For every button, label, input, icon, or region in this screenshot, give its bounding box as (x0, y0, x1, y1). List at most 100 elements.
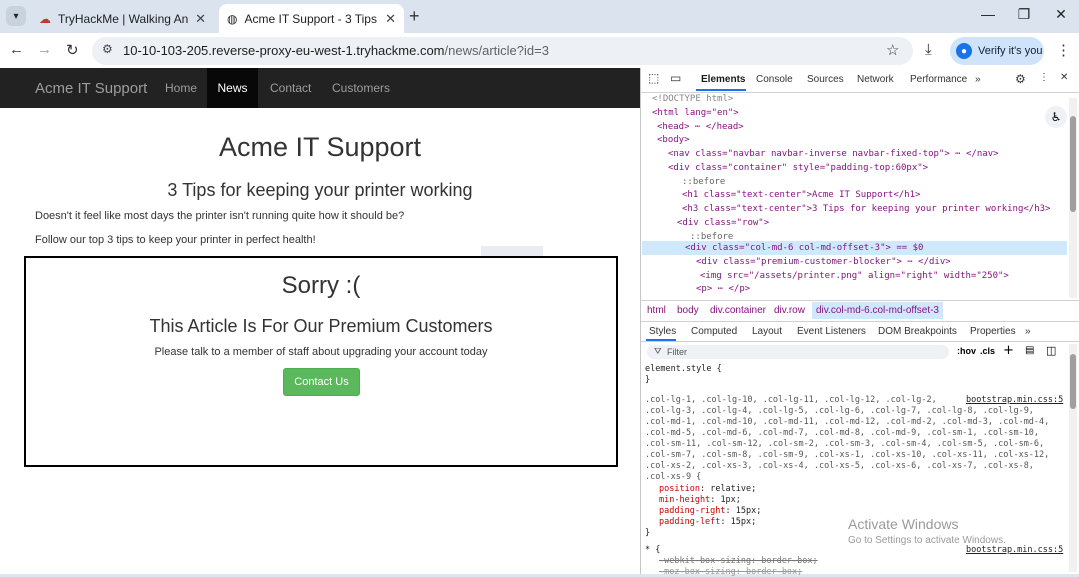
dom-breadcrumb: html body div.container div.row div.col-… (641, 300, 1079, 322)
site-navbar: Acme IT Support Home News Contact Custom… (0, 68, 640, 108)
dom-scrollbar[interactable] (1069, 98, 1077, 298)
maximize-button[interactable]: ❐ (1009, 6, 1039, 23)
downloads-icon[interactable]: ⤓ (925, 41, 932, 58)
more-tabs-icon[interactable]: » (1025, 326, 1031, 337)
site-info-icon[interactable]: ⚙ (102, 42, 113, 56)
close-tab-icon[interactable]: ✕ (195, 11, 206, 27)
dom-pseudo[interactable]: ::before (690, 232, 733, 242)
class-toggle[interactable]: .cls (980, 346, 995, 356)
filter-placeholder: Filter (667, 347, 687, 357)
browser-menu-icon[interactable]: ⋮ (1056, 41, 1071, 59)
rule-source-link[interactable]: bootstrap.min.css:5 (966, 545, 1063, 555)
styles-scrollbar[interactable] (1069, 344, 1077, 572)
css-selector: .col-xs-2, .col-xs-3, .col-xs-4, .col-xs… (645, 461, 1034, 471)
profile-icon: ● (956, 43, 972, 59)
more-tabs-icon[interactable]: » (975, 74, 981, 85)
tab-layout[interactable]: Layout (752, 326, 782, 337)
browser-tab-tryhackme[interactable]: ☁ TryHackMe | Walking An Applic ✕ (31, 4, 214, 33)
forward-button[interactable]: → (37, 41, 52, 58)
css-declaration[interactable]: padding-right: 15px; (659, 506, 761, 516)
activate-windows-watermark: Activate Windows Go to Settings to activ… (848, 516, 1006, 546)
dom-pseudo[interactable]: ::before (682, 177, 725, 187)
dom-node[interactable]: <html lang="en"> (652, 108, 739, 118)
verify-profile-button[interactable]: ● Verify it's you (950, 37, 1044, 65)
breadcrumb-item[interactable]: html (647, 305, 666, 316)
css-declaration-overridden[interactable]: -webkit-box-sizing: border-box; (659, 556, 818, 566)
dom-node[interactable]: <div class="container" style="padding-to… (668, 163, 928, 173)
breadcrumb-item[interactable]: body (677, 305, 699, 316)
article-paragraph: Doesn't it feel like most days the print… (35, 210, 405, 222)
universal-rule[interactable]: * { (645, 545, 660, 555)
tab-sources[interactable]: Sources (807, 74, 844, 85)
browser-tab-strip: ▾ ☁ TryHackMe | Walking An Applic ✕ ◍ Ac… (0, 0, 1079, 33)
css-declaration[interactable]: position: relative; (659, 484, 756, 494)
dom-node[interactable]: <div class="row"> (677, 218, 769, 228)
sidebar-toggle-icon[interactable]: ◫ (1046, 344, 1056, 357)
nav-news[interactable]: News (207, 68, 258, 108)
devtools-menu-icon[interactable]: ⋮ (1039, 72, 1049, 83)
tab-styles[interactable]: Styles (649, 326, 676, 337)
tab-dom-breakpoints[interactable]: DOM Breakpoints (878, 326, 957, 337)
dom-node[interactable]: <body> (657, 135, 690, 145)
tab-title: Acme IT Support - 3 Tips for ke (244, 11, 379, 26)
breadcrumb-item-selected[interactable]: div.col-md-6.col-md-offset-3 (812, 302, 943, 319)
close-tab-icon[interactable]: ✕ (385, 11, 396, 27)
hover-state-toggle[interactable]: :hov (957, 346, 976, 356)
back-button[interactable]: ← (9, 41, 24, 58)
scroll-thumb[interactable] (1070, 116, 1076, 212)
web-page: Acme IT Support Home News Contact Custom… (0, 68, 640, 574)
css-declaration[interactable]: padding-left: 15px; (659, 517, 756, 527)
dom-node[interactable]: <img src="/assets/printer.png" align="ri… (700, 271, 1009, 281)
dom-node[interactable]: <div class="premium-customer-blocker"> ⋯… (696, 257, 951, 267)
dom-node[interactable]: <head> ⋯ </head> (657, 122, 744, 132)
tryhackme-icon: ☁ (39, 11, 51, 26)
nav-customers[interactable]: Customers (332, 81, 390, 95)
rule-source-link[interactable]: bootstrap.min.css:5 (966, 395, 1063, 405)
dom-node[interactable]: <p> ⋯ </p> (696, 284, 750, 294)
dom-node[interactable]: <!DOCTYPE html> (652, 94, 733, 104)
close-window-button[interactable]: ✕ (1046, 6, 1076, 23)
contact-us-button[interactable]: Contact Us (283, 368, 360, 396)
tab-event-listeners[interactable]: Event Listeners (797, 326, 866, 337)
browser-tab-acme[interactable]: ◍ Acme IT Support - 3 Tips for ke ✕ (219, 4, 404, 33)
breadcrumb-item[interactable]: div.row (774, 305, 805, 316)
css-declaration-overridden[interactable]: -moz-box-sizing: border-box; (659, 567, 802, 577)
paint-icon[interactable]: ▤ (1025, 345, 1034, 356)
accessibility-icon[interactable]: ♿ (1045, 106, 1067, 128)
settings-gear-icon[interactable]: ⚙ (1015, 72, 1026, 86)
breadcrumb-item[interactable]: div.container (710, 305, 766, 316)
scroll-thumb[interactable] (1070, 354, 1076, 409)
css-value: 15px; (735, 506, 762, 516)
css-declaration[interactable]: min-height: 1px; (659, 495, 741, 505)
new-rule-icon[interactable]: + (1003, 343, 1014, 358)
rule-close: } (645, 375, 651, 385)
inspect-element-icon[interactable]: ⬚ (648, 71, 659, 85)
minimize-button[interactable]: — (973, 6, 1003, 22)
tab-properties[interactable]: Properties (970, 326, 1016, 337)
filter-icon: ⛛ (654, 346, 662, 356)
tab-console[interactable]: Console (756, 74, 793, 85)
bookmark-star-icon[interactable]: ☆ (886, 41, 899, 59)
premium-customer-blocker: Sorry :( This Article Is For Our Premium… (24, 256, 618, 467)
dom-node-selected[interactable]: <div class="col-md-6 col-md-offset-3"> =… (685, 243, 923, 253)
element-style-rule[interactable]: element.style { (645, 364, 722, 374)
site-brand[interactable]: Acme IT Support (35, 80, 147, 97)
tab-performance[interactable]: Performance (910, 74, 967, 85)
new-tab-button[interactable]: + (409, 6, 420, 27)
close-devtools-icon[interactable]: ✕ (1060, 72, 1068, 83)
dom-node[interactable]: <nav class="navbar navbar-inverse navbar… (668, 149, 999, 159)
css-selector: .col-lg-3, .col-lg-4, .col-lg-5, .col-lg… (645, 406, 1034, 416)
tab-elements[interactable]: Elements (701, 74, 745, 85)
styles-filter-input[interactable]: ⛛ Filter (647, 345, 949, 359)
address-bar[interactable]: ⚙ 10-10-103-205.reverse-proxy-eu-west-1.… (92, 37, 913, 65)
dom-node[interactable]: <h3 class="text-center">3 Tips for keepi… (682, 204, 1050, 214)
nav-home[interactable]: Home (165, 81, 197, 95)
device-toolbar-icon[interactable]: ▭ (670, 71, 681, 85)
reload-button[interactable]: ↻ (66, 41, 79, 59)
css-selector: .col-md-1, .col-md-10, .col-md-11, .col-… (645, 417, 1050, 427)
tab-network[interactable]: Network (857, 74, 894, 85)
dom-node[interactable]: <h1 class="text-center">Acme IT Support<… (682, 190, 920, 200)
nav-contact[interactable]: Contact (270, 81, 311, 95)
tab-computed[interactable]: Computed (691, 326, 737, 337)
tab-search-button[interactable]: ▾ (6, 6, 26, 26)
